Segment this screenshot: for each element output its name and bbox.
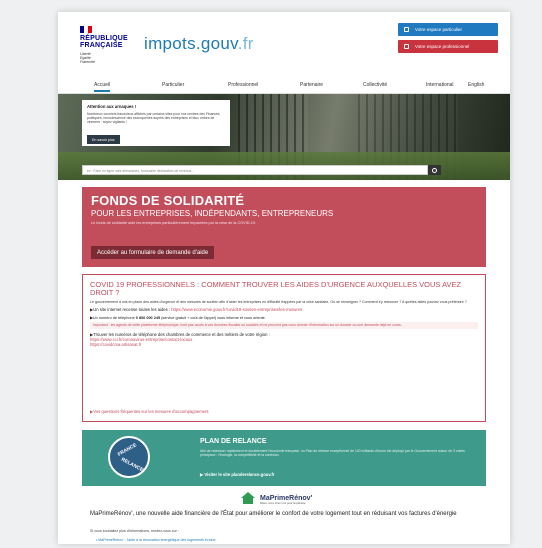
nav-item-english[interactable]: English — [468, 82, 484, 88]
fonds-subtitle: POUR LES ENTREPRISES, INDÉPENDANTS, ENTR… — [91, 209, 334, 218]
fonds-description: Le fonds de solidarité aide les entrepri… — [91, 221, 257, 225]
nav-item-professionnel[interactable]: Professionnel — [228, 82, 258, 88]
nav-item-international[interactable]: International — [426, 82, 454, 88]
prime-tagline: Mieux vivre chez moi pour la planète — [260, 501, 306, 505]
browser-page: RÉPUBLIQUE FRANÇAISE Liberté Égalité Fra… — [58, 12, 510, 544]
scam-alert-box: Attention aux arnaques ! Nombreux courri… — [82, 100, 230, 146]
covid-item-phone: ▶Un numéro de téléphone 0 806 000 245 (s… — [90, 316, 266, 321]
republic-line-1: RÉPUBLIQUE — [80, 35, 128, 42]
relance-site-label: Visiter le site planderelance.gouv.fr — [204, 472, 275, 477]
lock-icon — [404, 27, 409, 32]
prime-text: MaPrimeRénov', une nouvelle aide financi… — [90, 511, 457, 517]
covid-item-phone-label: Un numéro de téléphone — [92, 316, 135, 321]
search-icon — [432, 167, 437, 173]
nav-item-accueil[interactable]: Accueil — [94, 82, 111, 92]
house-icon — [240, 492, 256, 504]
republic-motto: Liberté Égalité Fraternité — [80, 52, 95, 64]
nav-item-collectivite[interactable]: Collectivité — [363, 82, 387, 88]
alert-title: Attention aux arnaques ! — [87, 104, 137, 109]
republic-line-2: FRANÇAISE — [80, 42, 123, 49]
search-input[interactable]: ex : Faire en ligne mes démarches, formu… — [82, 165, 428, 175]
relance-site-link[interactable]: ▶ Visiter le site planderelance.gouv.fr — [200, 472, 275, 477]
espace-professionnel-label: Votre espace professionnel — [415, 44, 470, 49]
relance-badge-top: FRANCE — [116, 442, 138, 458]
covid-item-website: ▶Un site internet recense toutes les aid… — [90, 307, 303, 313]
impots-logo[interactable]: impots.gouv.fr — [144, 34, 254, 54]
covid-phone-note: Important : les agents de cette platefor… — [90, 322, 478, 329]
espace-particulier-label: Votre espace particulier — [415, 27, 463, 32]
prime-intro: Si vous souhaitez plus d'informations, r… — [90, 529, 179, 533]
relance-badge-bottom: RELANCE — [120, 456, 145, 474]
covid-phone-detail: (service gratuit + coût de l'appel) vous… — [161, 316, 266, 321]
france-relance-logo: FRANCE RELANCE — [108, 436, 150, 478]
covid-phone-number: 0 806 000 245 — [135, 316, 161, 321]
maprimerenov-section: MaPrimeRénov' Mieux vivre chez moi pour … — [82, 486, 486, 544]
covid-item-chambers-label: Trouver les numéros de téléphone des cha… — [93, 331, 270, 337]
alert-text: Nombreux courriels frauduleux affichés p… — [87, 112, 220, 125]
covid-faq-link[interactable]: ▶Vos questions fréquentes sur les mesure… — [90, 409, 209, 414]
fonds-title: FONDS DE SOLIDARITÉ — [91, 193, 245, 208]
cma-link[interactable]: https://covidcma.artisanat.fr — [90, 342, 478, 347]
alert-more-button[interactable]: En savoir plus — [87, 135, 120, 144]
espace-professionnel-button[interactable]: Votre espace professionnel — [398, 40, 498, 53]
covid-item-website-label: Un site internet recense toutes les aide… — [93, 307, 171, 313]
nav-item-partenaire[interactable]: Partenaire — [300, 82, 323, 88]
republic-label: RÉPUBLIQUE FRANÇAISE — [80, 35, 128, 49]
covid-title: COVID 19 PROFESSIONNELS : COMMENT TROUVE… — [90, 280, 462, 297]
fonds-solidarite-banner: FONDS DE SOLIDARITÉ POUR LES ENTREPRISES… — [82, 187, 486, 267]
main-nav: Accueil Particulier Professionnel Parten… — [58, 80, 510, 94]
site-header: RÉPUBLIQUE FRANÇAISE Liberté Égalité Fra… — [58, 12, 510, 72]
covid-item-website-link[interactable]: https://www.economie.gouv.fr/covid19-sou… — [171, 307, 302, 312]
plan-relance-banner: FRANCE RELANCE PLAN DE RELANCE Afin de r… — [82, 430, 486, 486]
prime-link-label: MaPrimeRénov' : l'aide à la rénovation é… — [98, 538, 216, 542]
covid-info-box: COVID 19 PROFESSIONNELS : COMMENT TROUVE… — [82, 274, 486, 422]
french-flag-icon — [80, 26, 92, 33]
logo-main-text: impots.gouv — [144, 34, 238, 53]
lock-icon — [404, 44, 409, 49]
relance-text: Afin de redresser rapidement et durablem… — [200, 449, 465, 458]
espace-particulier-button[interactable]: Votre espace particulier — [398, 23, 498, 36]
logo-tld-text: .fr — [237, 34, 254, 53]
covid-intro: Le gouvernement a mis en place des aides… — [90, 300, 467, 304]
fonds-form-button[interactable]: Accéder au formulaire de demande d'aide — [91, 246, 215, 259]
search-button[interactable] — [428, 165, 441, 175]
prime-link[interactable]: • MaPrimeRénov' : l'aide à la rénovation… — [96, 538, 216, 542]
covid-faq-label: Vos questions fréquentes sur les mesures… — [93, 409, 209, 414]
relance-title: PLAN DE RELANCE — [200, 438, 267, 445]
nav-item-particulier[interactable]: Particulier — [162, 82, 184, 88]
